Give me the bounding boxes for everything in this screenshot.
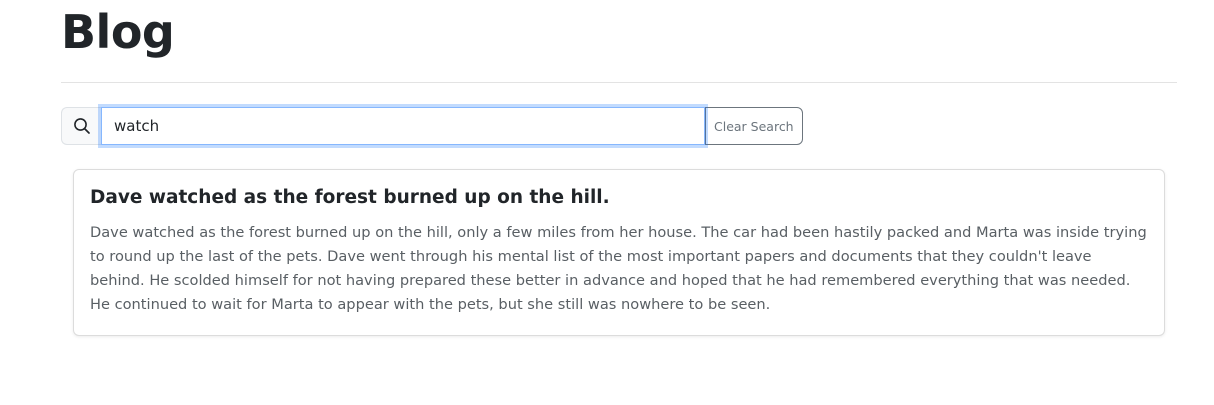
- search-bar: Clear Search: [61, 107, 1177, 145]
- result-card: Dave watched as the forest burned up on …: [73, 169, 1165, 337]
- page: Blog Clear Search Dave watched as the fo…: [0, 0, 1214, 405]
- divider: [61, 82, 1177, 83]
- search-addon: [61, 107, 101, 145]
- search-icon: [73, 118, 90, 134]
- result-body: Dave watched as the forest burned up on …: [90, 224, 1147, 314]
- clear-search-button[interactable]: Clear Search: [705, 107, 803, 145]
- result-title: Dave watched as the forest burned up on …: [90, 187, 610, 208]
- search-input[interactable]: [101, 107, 705, 145]
- page-title: Blog: [61, 5, 175, 59]
